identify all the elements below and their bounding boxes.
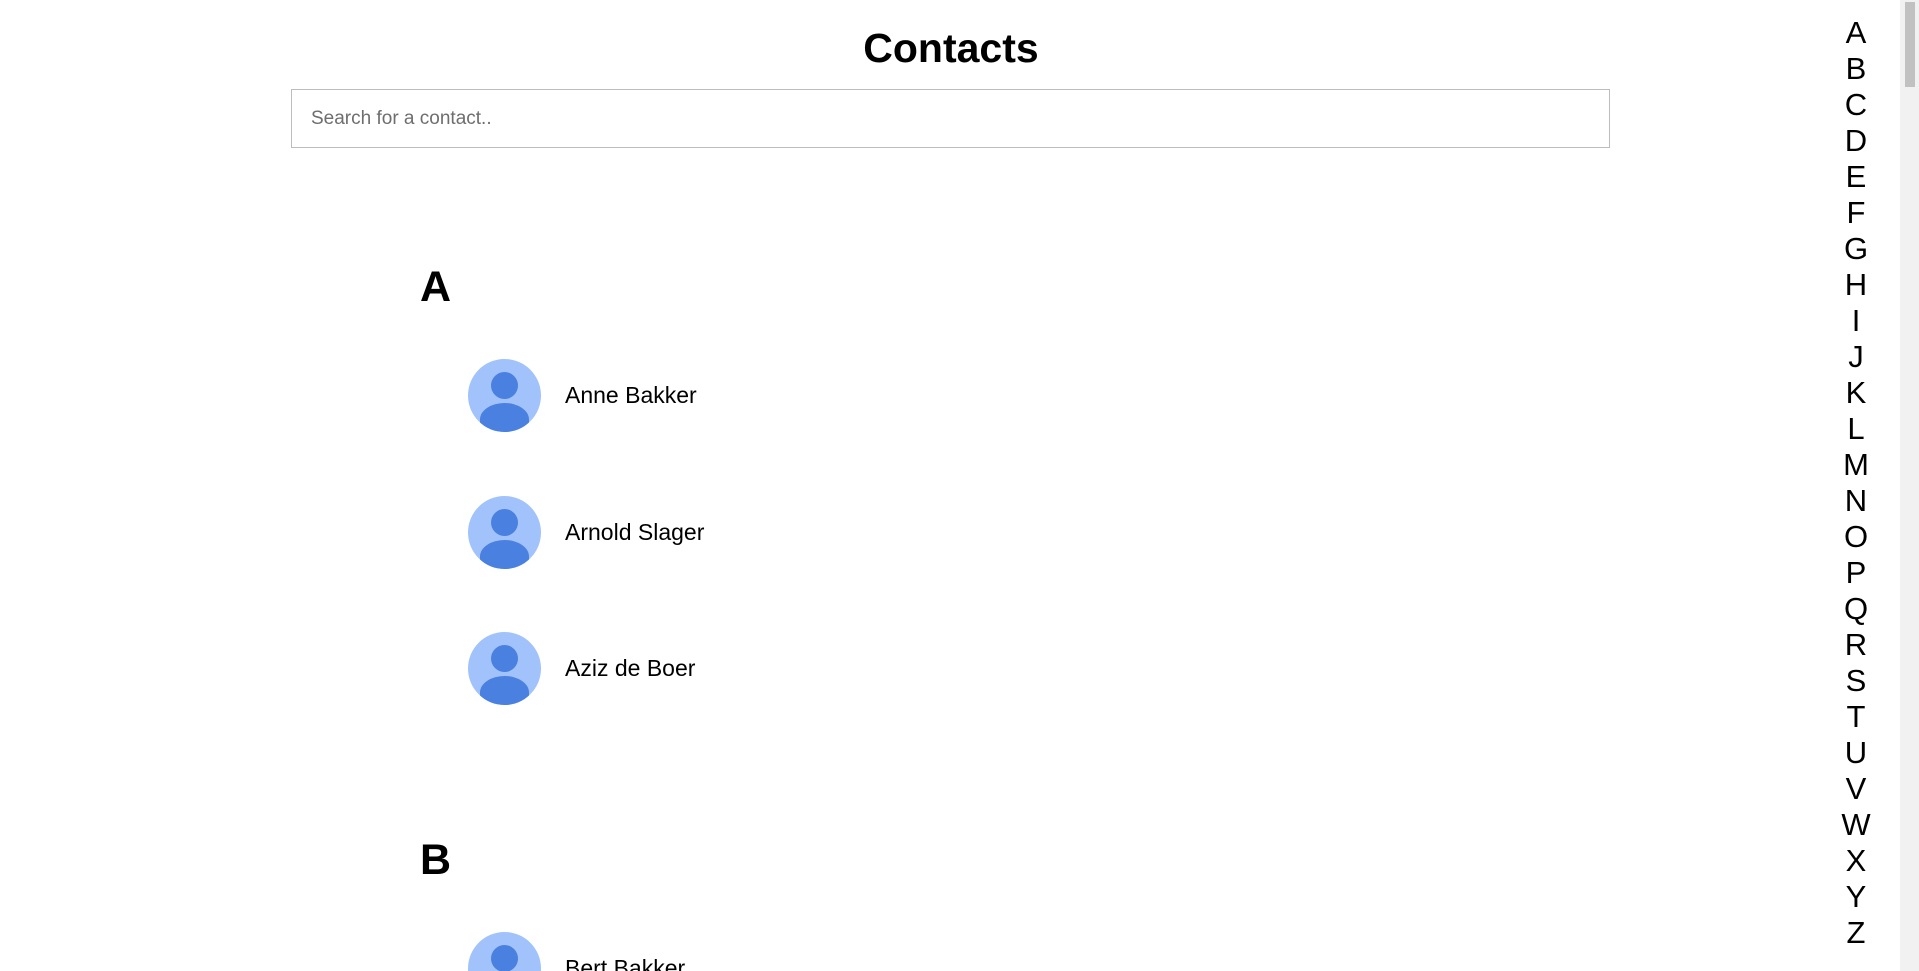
main-content: Contacts A Anne Bakker Arnold Slager Azi… [0,0,1900,971]
alphabet-link-a[interactable]: A [1836,15,1876,51]
alphabet-link-c[interactable]: C [1836,87,1876,123]
section-header-a: A [420,263,452,311]
contact-item[interactable]: Arnold Slager [468,495,704,569]
alphabet-link-v[interactable]: V [1836,771,1876,807]
alphabet-link-w[interactable]: W [1836,807,1876,843]
alphabet-link-q[interactable]: Q [1836,591,1876,627]
contact-item[interactable]: Anne Bakker [468,358,697,432]
contact-item[interactable]: Bert Bakker [468,931,685,971]
alphabet-link-g[interactable]: G [1836,231,1876,267]
vertical-scrollbar[interactable] [1900,0,1919,971]
alphabet-link-s[interactable]: S [1836,663,1876,699]
alphabet-link-b[interactable]: B [1836,51,1876,87]
person-icon [468,931,541,971]
alphabet-link-o[interactable]: O [1836,519,1876,555]
alphabet-link-t[interactable]: T [1836,699,1876,735]
person-icon [468,631,541,705]
contact-name: Anne Bakker [565,382,697,408]
alphabet-link-f[interactable]: F [1836,195,1876,231]
contact-item[interactable]: Aziz de Boer [468,631,695,705]
contact-name: Bert Bakker [565,955,686,971]
alphabet-link-k[interactable]: K [1836,375,1876,411]
contact-name: Arnold Slager [565,519,705,545]
alphabet-link-l[interactable]: L [1836,411,1876,447]
person-icon [468,358,541,432]
alphabet-link-n[interactable]: N [1836,483,1876,519]
alphabet-link-u[interactable]: U [1836,735,1876,771]
contact-name: Aziz de Boer [565,655,696,681]
alphabet-link-j[interactable]: J [1836,339,1876,375]
alphabet-link-e[interactable]: E [1836,159,1876,195]
contacts-page: Contacts A Anne Bakker Arnold Slager Azi… [0,0,1919,971]
section-header-b: B [420,836,452,884]
alphabet-index: A B C D E F G H I J K L M N O P Q R S T … [1836,15,1876,951]
search-input[interactable] [291,89,1610,148]
alphabet-link-r[interactable]: R [1836,627,1876,663]
alphabet-link-m[interactable]: M [1836,447,1876,483]
alphabet-link-i[interactable]: I [1836,303,1876,339]
person-icon [468,495,541,569]
alphabet-link-y[interactable]: Y [1836,879,1876,915]
alphabet-link-p[interactable]: P [1836,555,1876,591]
page-title: Contacts [863,25,1039,71]
alphabet-link-x[interactable]: X [1836,843,1876,879]
alphabet-link-h[interactable]: H [1836,267,1876,303]
scrollbar-thumb[interactable] [1905,2,1915,87]
alphabet-link-z[interactable]: Z [1836,915,1876,951]
alphabet-link-d[interactable]: D [1836,123,1876,159]
